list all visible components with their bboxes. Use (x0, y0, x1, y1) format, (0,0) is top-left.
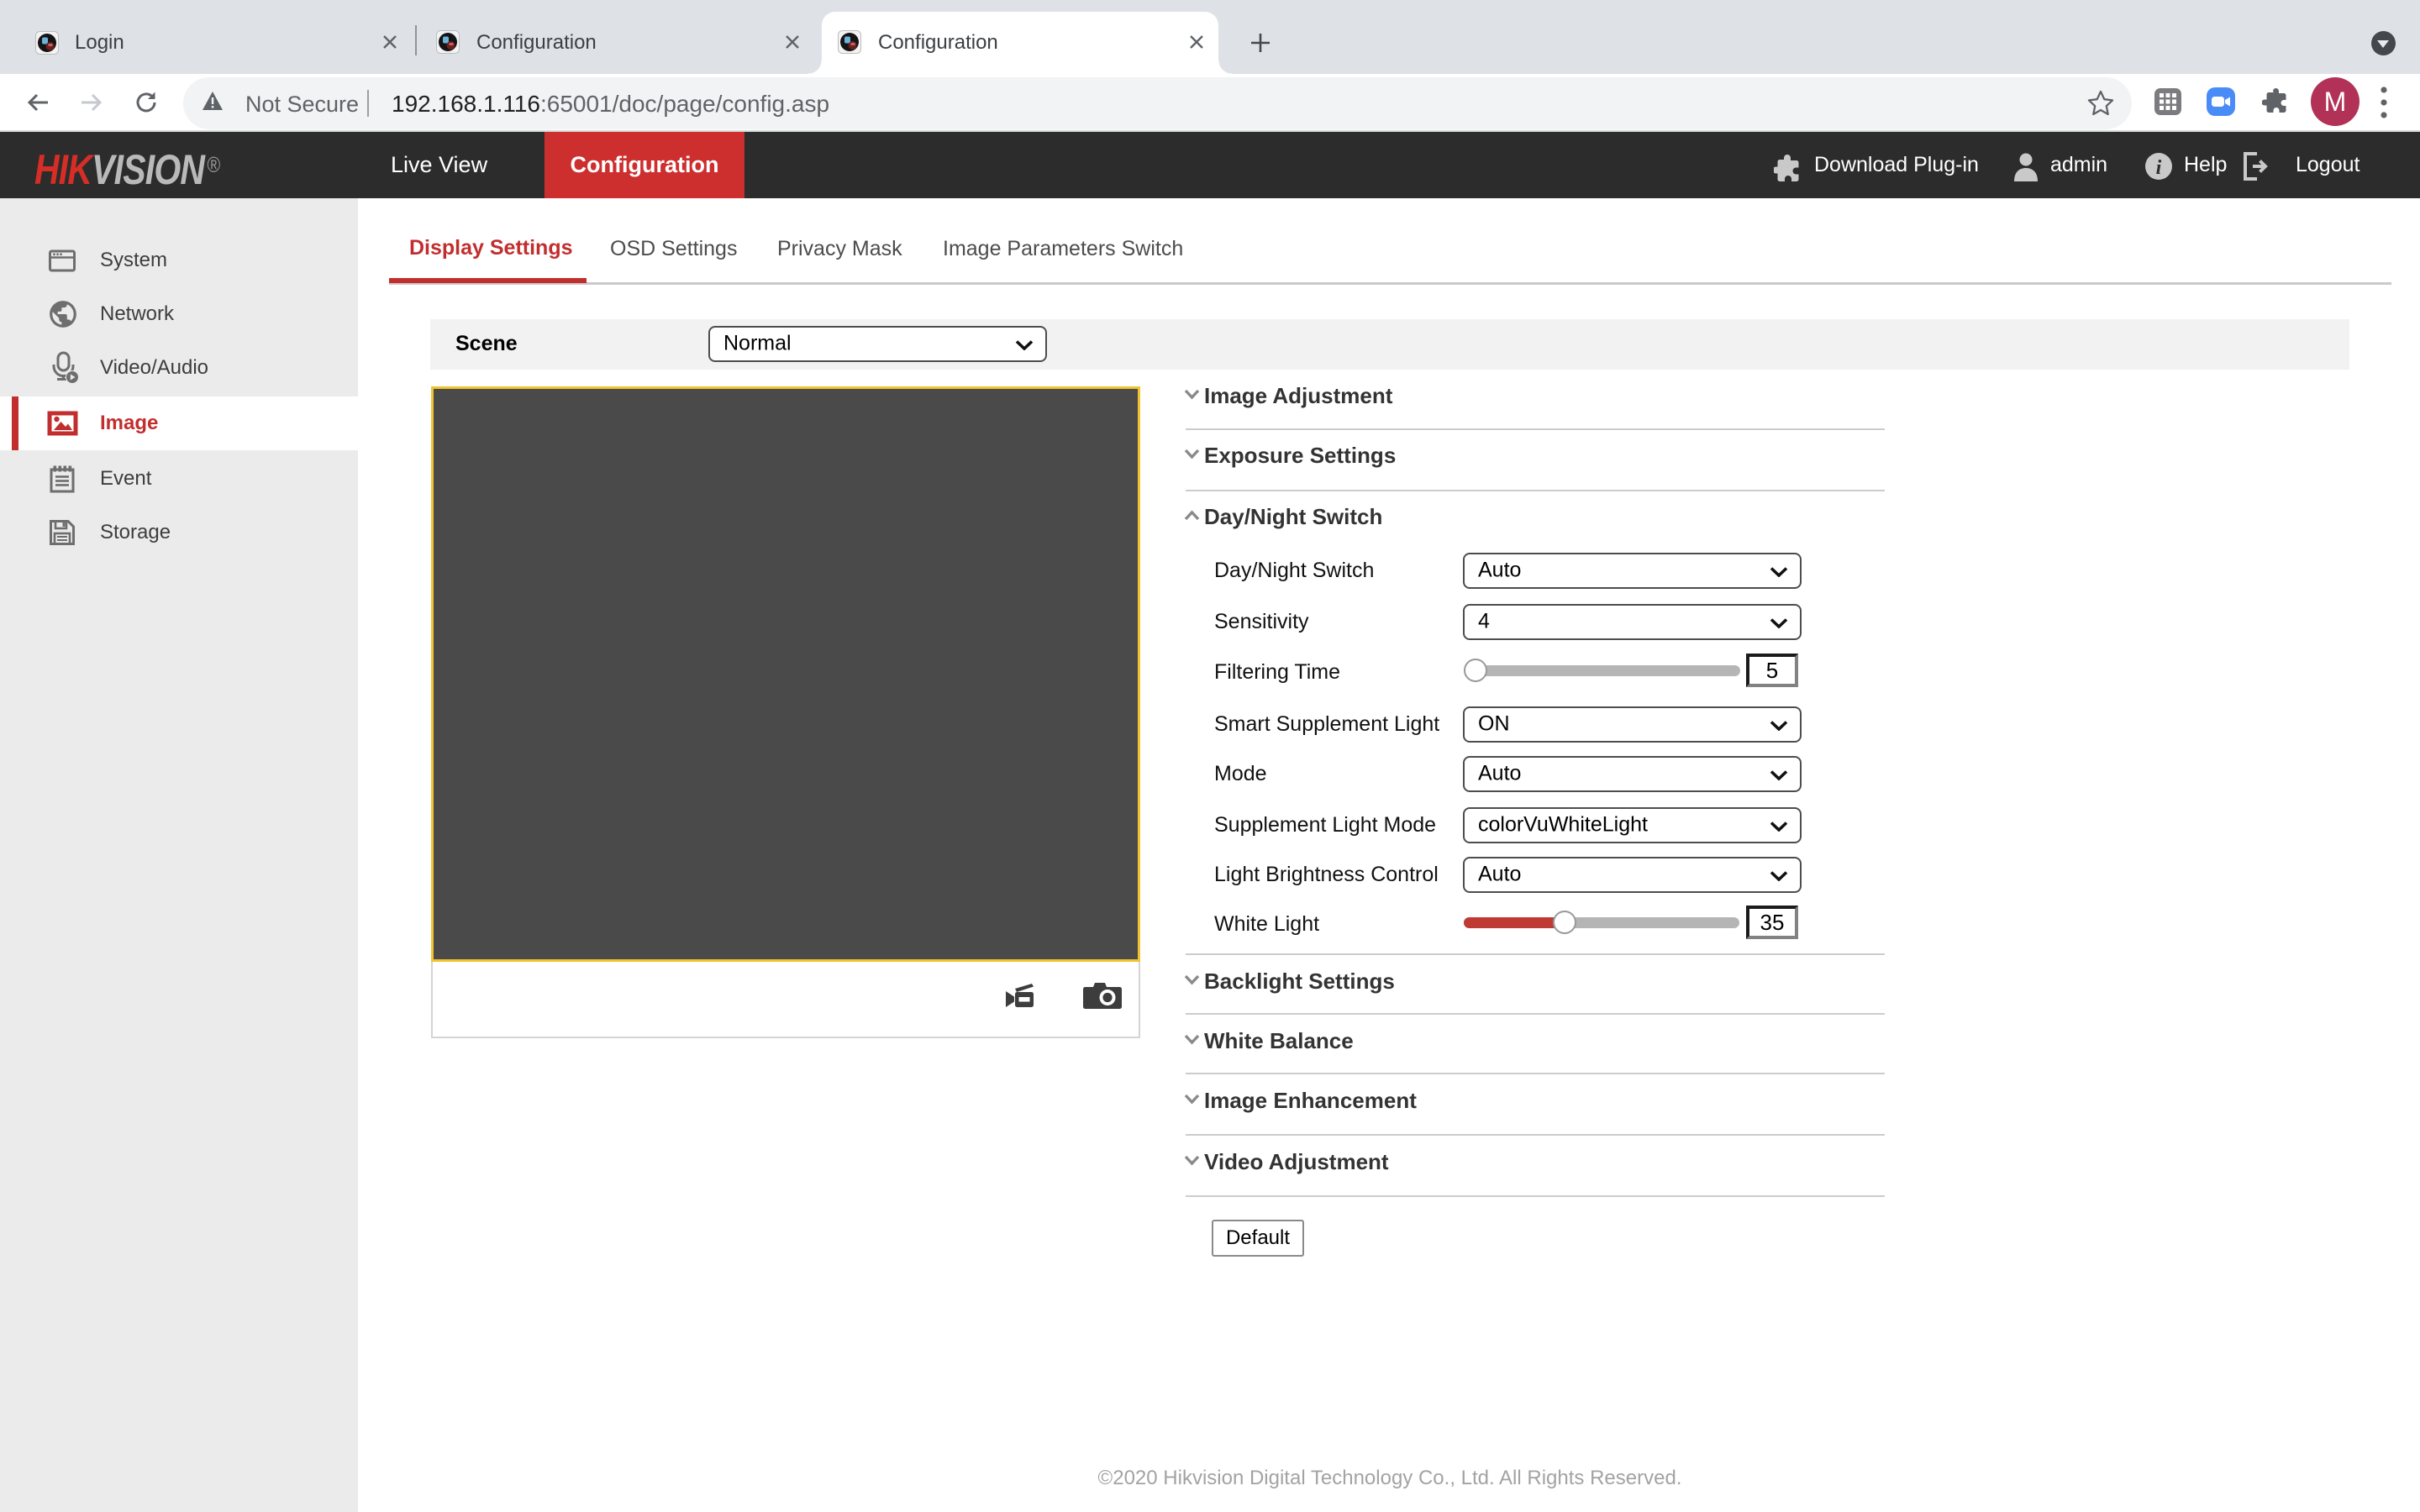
svg-text:i: i (2156, 157, 2162, 179)
